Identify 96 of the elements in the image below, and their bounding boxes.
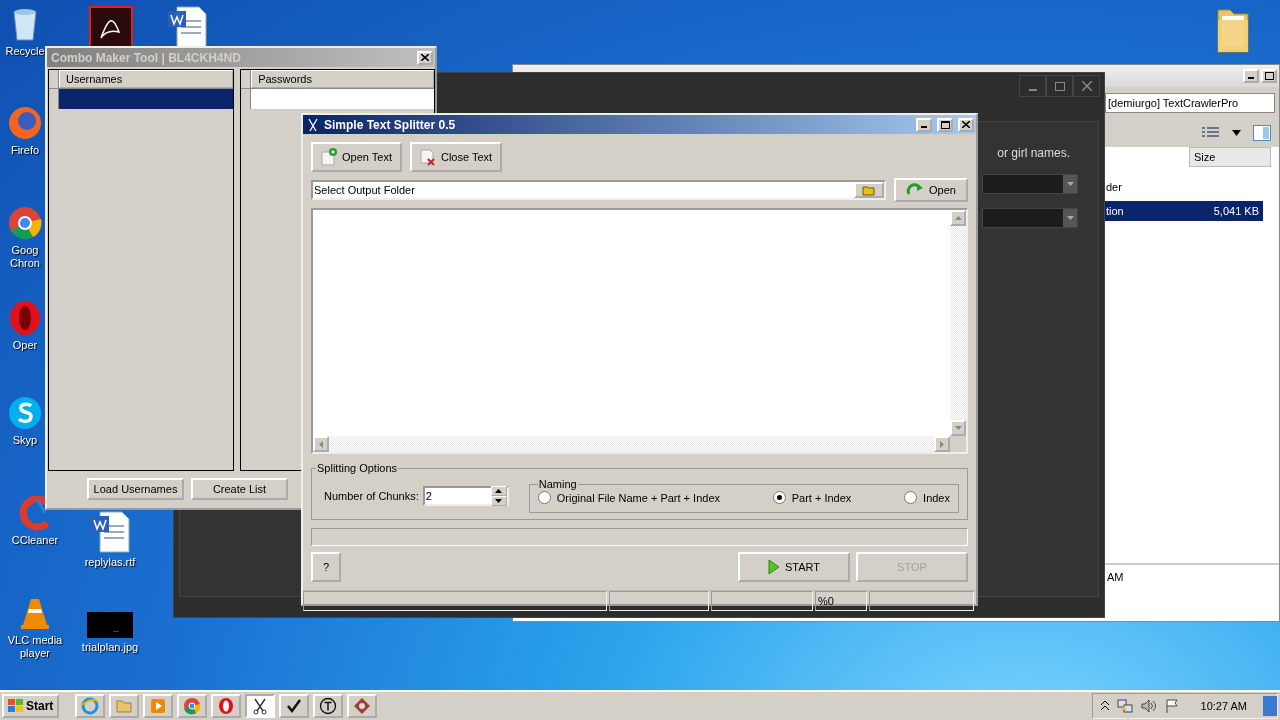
internet-explorer-icon [81, 697, 100, 715]
media-player-icon [149, 697, 168, 715]
browse-button[interactable] [854, 182, 884, 198]
radio-button[interactable] [772, 491, 786, 504]
start-button[interactable]: Start [2, 694, 60, 718]
chunks-spinner[interactable]: 2 [422, 485, 509, 506]
window-title: Simple Text Splitter 0.5 [324, 117, 457, 132]
taskbar-item[interactable] [279, 694, 310, 718]
group-title: Splitting Options [316, 462, 399, 474]
desktop-icon-label[interactable]: VLC media player [7, 634, 63, 660]
remove-file-icon [419, 148, 436, 166]
dropdown-caret-icon [1066, 182, 1074, 186]
file-row[interactable]: tion 5,041 KB [1105, 201, 1263, 221]
horizontal-scrollbar[interactable] [313, 436, 950, 452]
help-button[interactable]: ? [311, 552, 341, 582]
minimize-icon [1248, 77, 1254, 79]
taskbar-item[interactable] [347, 694, 378, 718]
minimize-icon [921, 125, 927, 128]
desktop-icon-label[interactable]: Goog Chron [10, 244, 40, 270]
column-header[interactable]: Size [1189, 147, 1271, 167]
radio-option[interactable]: Index [904, 491, 950, 504]
maximize-icon [1264, 72, 1274, 80]
action-button[interactable]: Create List [191, 478, 288, 500]
close-icon [962, 121, 970, 128]
opera-icon [217, 697, 236, 715]
view-list-icon[interactable] [1202, 126, 1220, 140]
file-row[interactable]: der [1105, 177, 1263, 197]
chrome-icon[interactable] [7, 205, 43, 241]
scrollbar-corner [950, 436, 966, 452]
chrome-icon [183, 697, 202, 715]
image-thumbnail-icon[interactable] [87, 612, 133, 638]
folder-icon[interactable] [1214, 6, 1250, 54]
volume-icon[interactable] [1140, 699, 1157, 713]
desktop-icon-label[interactable]: Skyp [12, 434, 38, 447]
group-title: Naming [537, 478, 578, 490]
output-folder-field[interactable]: Select Output Folder [311, 180, 886, 200]
scroll-left-icon [319, 440, 323, 448]
address-field[interactable]: [demiurgo] TextCrawlerPro [1105, 93, 1275, 113]
desktop-icon-label[interactable]: CCleaner [11, 534, 59, 547]
open-button[interactable]: Open [894, 178, 968, 202]
radio-button[interactable] [537, 491, 551, 504]
folder-icon [115, 697, 134, 715]
close-icon [1081, 81, 1092, 91]
taskbar-item[interactable] [245, 694, 276, 718]
desktop-icon-label[interactable]: trialplan.jpg [81, 641, 139, 654]
scissors-icon [307, 117, 319, 132]
scroll-up-icon [954, 216, 962, 220]
spin-down-icon [495, 498, 503, 503]
checkmark-icon [285, 697, 304, 715]
action-button[interactable]: Load Usernames [87, 478, 184, 500]
scroll-down-icon [954, 426, 962, 430]
scissors-icon [251, 697, 270, 715]
radio-option[interactable]: Part + Index [772, 491, 852, 504]
pdf-app-icon[interactable] [89, 6, 133, 48]
description-text: or girl names. [997, 146, 1070, 160]
refresh-arrow-icon [906, 183, 925, 197]
preview-pane-icon[interactable] [1253, 125, 1271, 141]
start-button[interactable]: START [738, 552, 850, 582]
column-header[interactable]: Passwords [251, 70, 434, 88]
desktop-icon-label[interactable]: Oper [12, 339, 38, 352]
toolbar-button[interactable]: Close Text [409, 142, 503, 172]
folder-path-input[interactable]: Select Output Folder [314, 184, 854, 196]
flag-icon[interactable] [1164, 699, 1179, 713]
field-label: Number of Chunks: [324, 489, 419, 502]
radio-button[interactable] [904, 491, 918, 504]
clock[interactable]: 10:27 AM [1200, 700, 1247, 712]
circled-t-icon [319, 697, 338, 715]
diamond-app-icon [353, 697, 372, 715]
play-icon [767, 559, 780, 575]
windows-logo-icon [8, 699, 24, 713]
add-file-icon [321, 148, 337, 166]
show-hidden-icon[interactable] [1100, 701, 1109, 711]
toolbar-button[interactable]: Open Text [311, 142, 402, 172]
maximize-icon [1054, 81, 1065, 91]
desktop-icon-label[interactable]: replylas.rtf [84, 556, 136, 569]
desktop-icon-label[interactable]: Recycle [5, 45, 45, 58]
minimize-icon [1028, 89, 1037, 91]
document-icon[interactable] [167, 6, 207, 48]
spin-up-icon [495, 488, 503, 493]
details-text: AM [1107, 571, 1124, 583]
dropdown-caret-icon [1066, 216, 1074, 220]
taskbar-item[interactable] [313, 694, 344, 718]
vertical-scrollbar[interactable] [950, 210, 966, 436]
folder-icon [862, 184, 876, 196]
radio-option[interactable]: Original File Name + Part + Index [537, 491, 720, 504]
skype-icon[interactable] [7, 395, 43, 431]
column-header[interactable]: Usernames [59, 70, 234, 88]
scroll-right-icon [940, 440, 944, 448]
network-icon[interactable] [1116, 698, 1133, 714]
window-title: Combo Maker Tool | BL4CKH4ND [51, 50, 242, 65]
desktop-icon-label[interactable]: Firefo [10, 144, 40, 157]
document-icon[interactable] [90, 511, 130, 553]
maximize-icon [940, 120, 950, 129]
progress-percent: %0 [815, 591, 867, 611]
close-icon [421, 54, 429, 61]
dropdown-caret-icon[interactable] [1232, 130, 1241, 136]
